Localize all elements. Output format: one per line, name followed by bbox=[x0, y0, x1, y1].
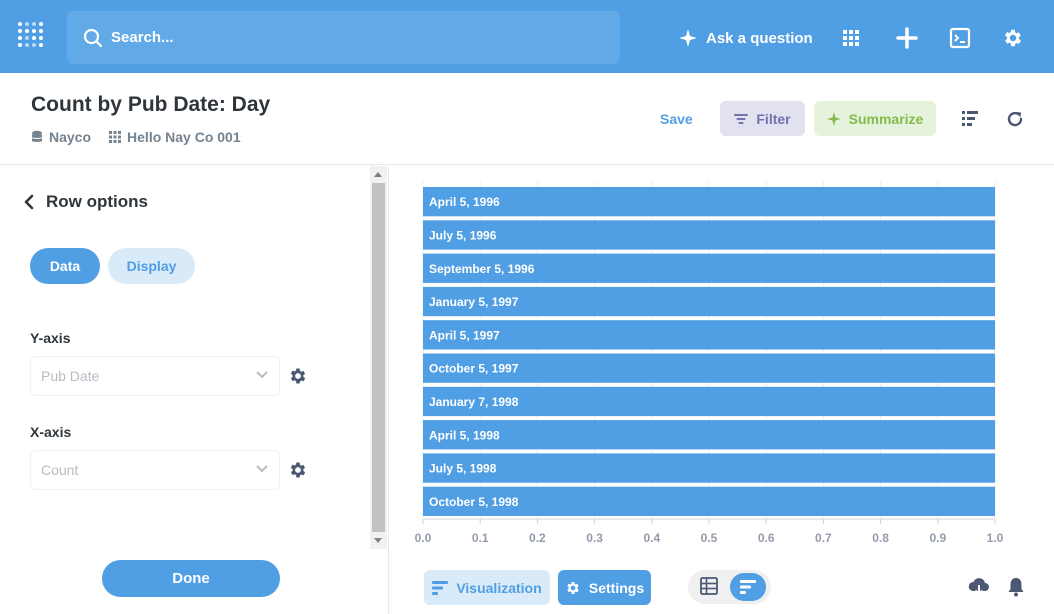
breadcrumb-database[interactable]: Nayco bbox=[31, 129, 91, 145]
yaxis-label: Y-axis bbox=[30, 330, 71, 346]
done-button[interactable]: Done bbox=[102, 560, 280, 597]
row-chart-svg: April 5, 1996 July 5, 1996 September 5, 19… bbox=[415, 181, 1004, 545]
chart-bar[interactable] bbox=[423, 453, 995, 483]
tab-data[interactable]: Data bbox=[30, 248, 100, 284]
bar-chart-icon bbox=[432, 580, 449, 595]
x-tick-label: 0.2 bbox=[529, 531, 546, 545]
breadcrumb: Nayco Hello Nay Co 001 bbox=[31, 129, 259, 145]
sparkle-icon bbox=[826, 111, 841, 126]
filter-icon bbox=[734, 113, 749, 124]
scroll-down-arrow-icon[interactable] bbox=[374, 538, 382, 543]
bar-label: April 5, 1996 bbox=[429, 195, 500, 209]
notebook-editor-icon[interactable] bbox=[961, 109, 981, 129]
database-icon bbox=[32, 130, 42, 142]
table-view-icon[interactable] bbox=[700, 577, 720, 597]
sparkle-icon bbox=[679, 29, 697, 47]
bar-label: July 5, 1998 bbox=[429, 462, 497, 476]
gear-icon bbox=[567, 581, 579, 594]
x-tick-label: 0.1 bbox=[472, 531, 489, 545]
bar-label: January 5, 1997 bbox=[429, 295, 519, 309]
x-tick-label: 0.3 bbox=[586, 531, 603, 545]
x-tick-label: 1.0 bbox=[987, 531, 1004, 545]
bar-label: April 5, 1998 bbox=[429, 428, 500, 442]
yaxis-select-value: Pub Date bbox=[41, 368, 100, 384]
x-tick-label: 0.8 bbox=[872, 531, 889, 545]
breadcrumb-table[interactable]: Hello Nay Co 001 bbox=[109, 129, 241, 145]
tab-display[interactable]: Display bbox=[108, 248, 195, 284]
filter-label: Filter bbox=[756, 110, 791, 127]
chevron-down-icon bbox=[256, 371, 268, 379]
xaxis-settings-gear-icon[interactable] bbox=[288, 460, 308, 480]
bar-label: September 5, 1996 bbox=[429, 262, 535, 276]
settings-button[interactable]: Settings bbox=[558, 570, 651, 605]
search-input[interactable] bbox=[111, 29, 591, 46]
bar-label: January 7, 1998 bbox=[429, 395, 519, 409]
chevron-down-icon bbox=[256, 465, 268, 473]
sidebar-scrollbar[interactable] bbox=[370, 166, 387, 549]
gear-icon[interactable] bbox=[1001, 26, 1025, 50]
bar-label: April 5, 1997 bbox=[429, 328, 500, 342]
settings-label: Settings bbox=[588, 579, 645, 596]
search-icon bbox=[83, 28, 103, 48]
xaxis-select-value: Count bbox=[41, 462, 79, 478]
apps-grid-icon[interactable] bbox=[839, 26, 863, 50]
question-title: Count by Pub Date: Day bbox=[31, 93, 271, 116]
ask-question-button[interactable]: Ask a question bbox=[678, 26, 813, 50]
download-icon[interactable] bbox=[968, 577, 989, 597]
filter-button[interactable]: Filter bbox=[720, 101, 805, 136]
visualization-button[interactable]: Visualization bbox=[424, 570, 550, 605]
yaxis-settings-gear-icon[interactable] bbox=[288, 366, 308, 386]
x-tick-label: 0.4 bbox=[643, 531, 660, 545]
xaxis-select[interactable]: Count bbox=[30, 450, 280, 490]
settings-sidebar: Row options Data Display Y-axis Pub Date… bbox=[0, 166, 388, 614]
bar-label: October 5, 1997 bbox=[429, 362, 519, 376]
ask-question-label: Ask a question bbox=[706, 29, 813, 47]
bar-chart-icon bbox=[740, 580, 756, 594]
x-tick-label: 0.7 bbox=[815, 531, 832, 545]
chart-bar[interactable] bbox=[423, 420, 995, 450]
save-button[interactable]: Save bbox=[660, 111, 693, 127]
chart-bar[interactable] bbox=[423, 187, 995, 217]
bell-icon[interactable] bbox=[1007, 577, 1027, 597]
view-toggle bbox=[688, 570, 771, 604]
chart-bar[interactable] bbox=[423, 220, 995, 250]
xaxis-label: X-axis bbox=[30, 424, 72, 440]
question-header: Count by Pub Date: Day Nayco Hello Nay C… bbox=[0, 73, 1054, 165]
scrollbar-thumb[interactable] bbox=[372, 183, 385, 532]
summarize-label: Summarize bbox=[848, 110, 924, 127]
query-footer: Visualization Settings bbox=[389, 558, 1054, 614]
yaxis-select[interactable]: Pub Date bbox=[30, 356, 280, 396]
row-options-title: Row options bbox=[46, 192, 148, 211]
refresh-icon[interactable] bbox=[1005, 109, 1025, 129]
top-navbar: Ask a question bbox=[0, 0, 1054, 73]
row-options-back-button[interactable]: Row options bbox=[24, 192, 148, 212]
search-bar[interactable] bbox=[67, 11, 620, 64]
chart-view-toggle-button[interactable] bbox=[730, 573, 766, 601]
chevron-left-icon bbox=[24, 194, 34, 210]
bar-label: July 5, 1996 bbox=[429, 228, 497, 242]
table-grid-icon bbox=[109, 131, 122, 143]
scroll-up-arrow-icon[interactable] bbox=[374, 172, 382, 177]
sql-editor-icon[interactable] bbox=[948, 26, 972, 50]
breadcrumb-table-label: Hello Nay Co 001 bbox=[127, 129, 241, 145]
summarize-button[interactable]: Summarize bbox=[814, 101, 936, 136]
metabase-logo-icon[interactable] bbox=[17, 20, 45, 54]
visualization-label: Visualization bbox=[456, 579, 542, 596]
row-chart: April 5, 1996 July 5, 1996 September 5, 19… bbox=[389, 166, 1054, 558]
bar-label: October 5, 1998 bbox=[429, 495, 519, 509]
plus-icon[interactable] bbox=[895, 26, 919, 50]
x-tick-label: 0.0 bbox=[415, 531, 432, 545]
breadcrumb-database-label: Nayco bbox=[49, 129, 92, 145]
x-tick-label: 0.6 bbox=[758, 531, 775, 545]
x-tick-label: 0.5 bbox=[701, 531, 718, 545]
x-tick-label: 0.9 bbox=[929, 531, 946, 545]
chart-bar[interactable] bbox=[423, 320, 995, 350]
